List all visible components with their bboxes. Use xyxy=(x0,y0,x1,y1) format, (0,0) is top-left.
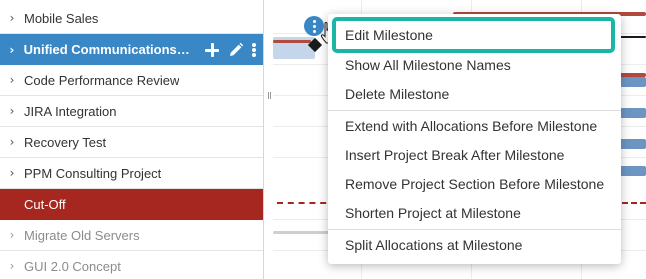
project-row-label: Mobile Sales xyxy=(24,10,99,26)
project-row-label: JIRA Integration xyxy=(24,103,117,119)
panel-splitter[interactable] xyxy=(263,0,273,279)
project-row-ppm-consulting[interactable]: › PPM Consulting Project xyxy=(0,158,263,189)
project-row-label: GUI 2.0 Concept xyxy=(24,258,121,274)
chevron-right-icon[interactable]: › xyxy=(0,135,24,149)
splitter-grip-icon[interactable] xyxy=(268,92,271,99)
chevron-right-icon[interactable]: › xyxy=(0,228,24,242)
project-row-label: Code Performance Review xyxy=(24,72,180,88)
menu-item-remove-project-section[interactable]: Remove Project Section Before Milestone xyxy=(328,170,621,199)
menu-item-show-all-milestone-names[interactable]: Show All Milestone Names xyxy=(328,51,621,80)
project-row-code-performance[interactable]: › Code Performance Review xyxy=(0,65,263,96)
project-row-label: Recovery Test xyxy=(24,134,107,150)
project-row-label: Migrate Old Servers xyxy=(24,227,140,243)
project-row-recovery-test[interactable]: › Recovery Test xyxy=(0,127,263,158)
cut-off-label: Cut-Off xyxy=(24,197,66,212)
project-row-label: PPM Consulting Project xyxy=(24,165,162,181)
chevron-right-icon[interactable]: › xyxy=(0,166,24,180)
project-list: › Mobile Sales › Unified Communications … xyxy=(0,0,263,279)
menu-item-edit-milestone[interactable]: Edit Milestone xyxy=(332,17,615,53)
chevron-right-icon[interactable]: › xyxy=(0,259,24,273)
cut-off-row[interactable]: Cut-Off xyxy=(0,189,263,220)
pencil-icon[interactable] xyxy=(227,41,245,59)
allocation-bar[interactable] xyxy=(273,40,311,43)
menu-separator xyxy=(328,229,621,230)
chevron-right-icon[interactable]: › xyxy=(0,104,24,118)
milestone-context-menu: Edit Milestone Show All Milestone Names … xyxy=(328,14,621,264)
menu-item-insert-project-break[interactable]: Insert Project Break After Milestone xyxy=(328,141,621,170)
menu-item-delete-milestone[interactable]: Delete Milestone xyxy=(328,80,621,109)
menu-item-shorten-project[interactable]: Shorten Project at Milestone xyxy=(328,199,621,228)
menu-item-extend-with-allocations[interactable]: Extend with Allocations Before Milestone xyxy=(328,112,621,141)
chevron-right-icon[interactable]: › xyxy=(0,73,24,87)
project-row-jira-integration[interactable]: › JIRA Integration xyxy=(0,96,263,127)
project-row-migrate-old-servers[interactable]: › Migrate Old Servers xyxy=(0,220,263,251)
allocation-bar[interactable] xyxy=(273,231,329,234)
row-actions xyxy=(203,41,263,59)
plus-icon[interactable] xyxy=(203,41,221,59)
project-row-mobile-sales[interactable]: › Mobile Sales xyxy=(0,3,263,34)
project-row-unified-communications[interactable]: › Unified Communications Migration xyxy=(0,34,263,65)
chevron-right-icon[interactable]: › xyxy=(0,43,24,57)
menu-separator xyxy=(328,110,621,111)
chevron-right-icon[interactable]: › xyxy=(0,11,24,25)
project-row-gui-concept[interactable]: › GUI 2.0 Concept xyxy=(0,251,263,279)
kebab-icon[interactable] xyxy=(251,41,257,59)
menu-item-split-allocations[interactable]: Split Allocations at Milestone xyxy=(328,231,621,260)
project-row-label: Unified Communications Migration xyxy=(23,42,191,57)
